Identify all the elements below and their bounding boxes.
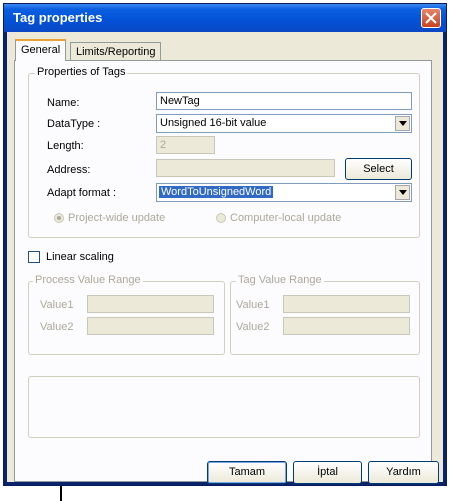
project-wide-radio — [54, 213, 64, 223]
process-value2-label: Value2 — [40, 321, 74, 333]
linear-scaling-label: Linear scaling — [46, 251, 114, 263]
chevron-down-icon — [399, 190, 407, 195]
computer-local-label: Computer-local update — [230, 212, 342, 224]
adapt-format-select[interactable]: WordToUnsignedWord — [156, 183, 412, 202]
project-wide-label: Project-wide update — [68, 212, 166, 224]
datatype-value: Unsigned 16-bit value — [160, 117, 267, 129]
datatype-label: DataType : — [47, 118, 101, 130]
ok-button[interactable]: Tamam — [207, 461, 287, 484]
datatype-select[interactable]: Unsigned 16-bit value — [156, 114, 412, 133]
linear-scaling-checkbox[interactable] — [28, 251, 40, 263]
window-title: Tag properties — [13, 10, 103, 25]
length-label: Length: — [47, 140, 84, 152]
name-input[interactable]: NewTag — [156, 92, 412, 110]
process-value2-input — [87, 317, 214, 335]
tab-panel: Properties of Tags Name: NewTag DataType… — [14, 60, 432, 482]
select-button[interactable]: Select — [345, 158, 412, 180]
process-value1-label: Value1 — [40, 299, 74, 311]
datatype-dropdown-button[interactable] — [395, 116, 410, 131]
tab-general[interactable]: General — [15, 39, 67, 61]
adapt-format-label: Adapt format : — [47, 187, 117, 199]
tab-limits-reporting[interactable]: Limits/Reporting — [70, 42, 162, 61]
length-input: 2 — [156, 136, 215, 154]
info-box — [28, 376, 420, 438]
tag-value1-input — [283, 295, 410, 313]
name-label: Name: — [47, 97, 80, 109]
address-label: Address: — [47, 164, 91, 176]
address-input[interactable] — [156, 159, 335, 177]
dialog-client: General Limits/Reporting Properties of T… — [7, 32, 443, 484]
computer-local-radio — [216, 213, 226, 223]
chevron-down-icon — [399, 121, 407, 126]
cancel-button[interactable]: İptal — [293, 461, 362, 484]
tag-value1-label: Value1 — [236, 299, 270, 311]
tag-value2-label: Value2 — [236, 321, 270, 333]
tag-properties-dialog: Tag properties General Limits/Reporting … — [3, 3, 447, 486]
process-value-range-legend: Process Value Range — [33, 274, 143, 286]
close-icon — [425, 12, 437, 24]
title-bar[interactable]: Tag properties — [4, 4, 446, 32]
adapt-format-dropdown-button[interactable] — [395, 185, 410, 200]
tag-value2-input — [283, 317, 410, 335]
process-value1-input — [87, 295, 214, 313]
close-button[interactable] — [421, 8, 441, 28]
adapt-format-value: WordToUnsignedWord — [159, 186, 274, 198]
help-button[interactable]: Yardım — [368, 461, 439, 484]
properties-group-legend: Properties of Tags — [35, 66, 128, 78]
tag-value-range-legend: Tag Value Range — [236, 274, 324, 286]
